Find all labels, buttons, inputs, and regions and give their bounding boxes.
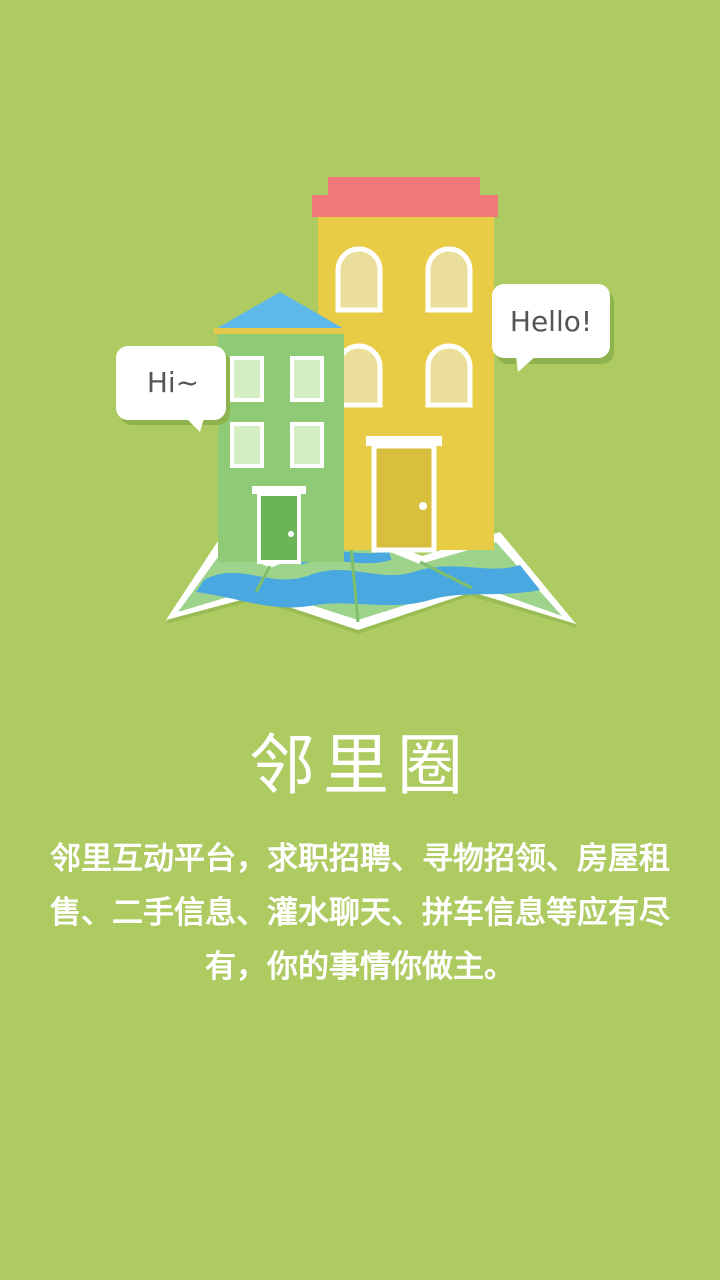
bubble-hello-text: Hello! xyxy=(509,305,593,338)
buildings-map-illustration xyxy=(116,177,614,634)
app-description: 邻里互动平台，求职招聘、寻物招领、房屋租售、二手信息、灌水聊天、拼车信息等应有尽… xyxy=(50,841,670,985)
app-title: 邻里圈 xyxy=(249,727,471,804)
bubble-hi-text: Hi~ xyxy=(146,366,200,399)
green-building-icon xyxy=(214,292,346,564)
hero-illustration: Hi~ Hello! xyxy=(0,0,720,660)
